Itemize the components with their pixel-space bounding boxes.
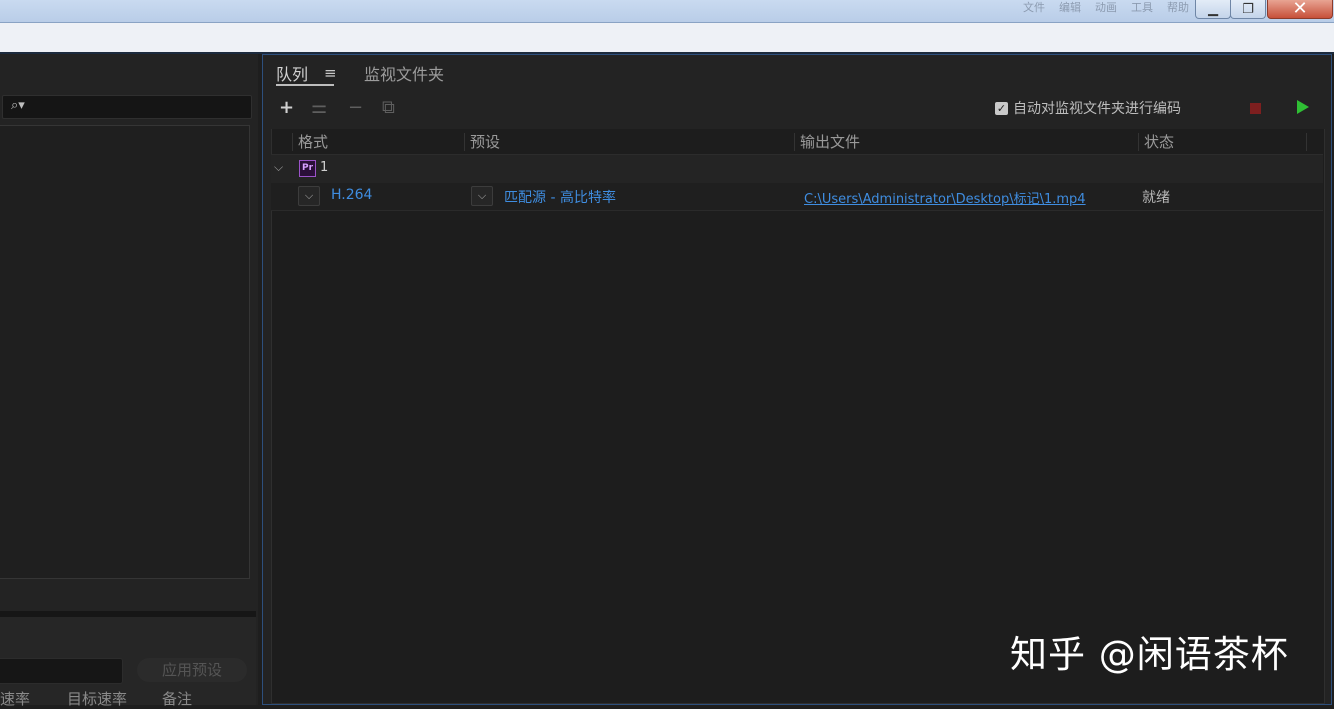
queue-group-row[interactable]	[271, 155, 1323, 183]
start-queue-button[interactable]	[1297, 100, 1309, 114]
maximize-button[interactable]: ❐	[1230, 0, 1266, 19]
stop-queue-button[interactable]	[1250, 103, 1261, 114]
tab-watch-folders[interactable]: 监视文件夹	[364, 61, 444, 85]
column-separator	[1306, 133, 1307, 151]
format-link[interactable]: H.264	[331, 187, 372, 203]
menu-strip	[0, 23, 1334, 54]
column-separator	[464, 133, 465, 151]
premiere-pro-icon: Pr	[299, 160, 316, 177]
restore-icon: ❐	[1242, 1, 1254, 17]
chevron-down-icon[interactable]: ⌵	[274, 160, 283, 175]
column-header-format[interactable]: 格式	[298, 131, 328, 152]
search-icon: ⌕▾	[11, 98, 25, 113]
close-button[interactable]: ✕	[1267, 0, 1333, 19]
queue-list	[271, 129, 1325, 704]
status-label: 就绪	[1142, 190, 1170, 206]
output-file-link[interactable]: C:\Users\Administrator\Desktop\标记\1.mp4	[804, 188, 1086, 207]
menu-item-animation[interactable]: 动画	[1095, 0, 1117, 20]
queue-settings-button[interactable]: ⚌	[311, 97, 327, 118]
close-icon: ✕	[1292, 0, 1308, 19]
menu-item-file[interactable]: 文件	[1023, 0, 1045, 20]
auto-encode-option[interactable]: ✓ 自动对监视文件夹进行编码	[995, 98, 1181, 118]
preset-search-input[interactable]: ⌕▾	[2, 95, 252, 119]
preset-filter-input[interactable]	[0, 658, 123, 684]
preset-list[interactable]	[0, 125, 250, 579]
format-dropdown[interactable]: ⌵	[298, 186, 320, 206]
column-separator	[1138, 133, 1139, 151]
column-rate: 速率	[0, 690, 31, 708]
minimize-icon: ▁	[1208, 1, 1218, 17]
preset-dropdown[interactable]: ⌵	[471, 186, 493, 206]
auto-encode-checkbox[interactable]: ✓	[995, 101, 1008, 115]
column-separator	[292, 133, 293, 151]
menu-item-help[interactable]: 帮助	[1167, 0, 1189, 20]
column-separator	[794, 133, 795, 151]
window-title-bar: 文件 编辑 动画 工具 帮助	[0, 0, 1334, 23]
menu-item-edit[interactable]: 编辑	[1059, 0, 1081, 20]
preset-link[interactable]: 匹配源 - 高比特率	[504, 187, 616, 207]
minimize-button[interactable]: ▁	[1195, 0, 1231, 19]
window-menu: 文件 编辑 动画 工具 帮助	[1023, 0, 1189, 20]
source-name: 1	[320, 160, 329, 175]
tab-queue[interactable]: 队列	[276, 61, 308, 85]
column-target-rate: 目标速率	[67, 690, 128, 708]
column-header-output-file[interactable]: 输出文件	[800, 131, 860, 152]
menu-item-tools[interactable]: 工具	[1131, 0, 1153, 20]
column-header-preset[interactable]: 预设	[470, 131, 500, 152]
remove-item-button[interactable]: −	[348, 97, 363, 118]
watermark-text: 知乎 @闲语茶杯	[1010, 633, 1289, 676]
duplicate-button[interactable]: ⧉	[382, 97, 395, 118]
add-source-button[interactable]: +	[279, 97, 294, 118]
column-notes: 备注	[162, 690, 193, 708]
panel-menu-icon[interactable]: ≡	[324, 64, 337, 82]
column-header-status[interactable]: 状态	[1144, 131, 1174, 152]
apply-preset-button[interactable]: 应用预设	[137, 658, 247, 682]
auto-encode-label: 自动对监视文件夹进行编码	[1013, 101, 1181, 117]
active-tab-indicator	[276, 84, 334, 86]
